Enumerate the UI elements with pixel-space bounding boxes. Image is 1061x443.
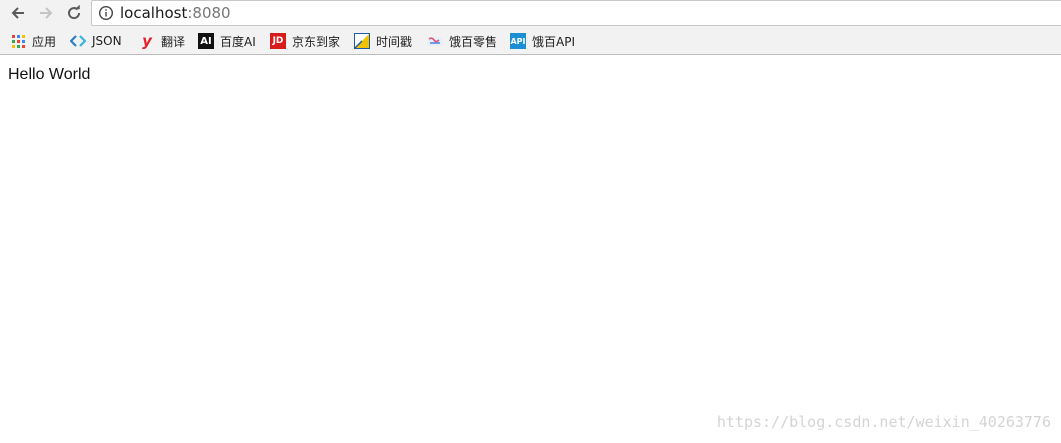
watermark: https://blog.csdn.net/weixin_40263776 — [716, 413, 1051, 431]
bookmark-jd[interactable]: JD 京东到家 — [270, 32, 340, 50]
bookmark-translate[interactable]: y 翻译 — [139, 32, 185, 50]
baidu-ai-icon: AI — [198, 33, 214, 49]
url-text[interactable]: localhost:8080 — [120, 4, 231, 22]
reload-icon — [68, 5, 81, 20]
bookmark-label: 京东到家 — [292, 34, 341, 49]
bookmark-json[interactable]: JSON — [70, 32, 122, 50]
info-icon[interactable] — [98, 5, 114, 21]
bookmark-ebai-retail[interactable]: 饿百零售 — [427, 32, 497, 50]
page-text: Hello World — [8, 66, 91, 83]
back-button[interactable] — [6, 2, 30, 24]
arrow-left-icon — [11, 7, 24, 19]
bookmark-timestamp[interactable]: 时间戳 — [354, 32, 412, 50]
youdao-icon: y — [142, 32, 152, 50]
bookmark-label: 翻译 — [161, 34, 186, 49]
bookmark-label: 应用 — [32, 34, 57, 49]
bookmark-label: 饿百API — [532, 34, 575, 49]
bookmarks-bar: 应用 JSON y 翻译 AI 百度AI JD 京东到家 时间戳 饿百零售 AP… — [0, 27, 1061, 55]
timestamp-icon — [354, 33, 370, 49]
apps-grid-icon — [10, 33, 26, 49]
bookmark-ebai-api[interactable]: API 饿百API — [510, 32, 575, 50]
bookmark-label: 时间戳 — [376, 34, 413, 49]
forward-button[interactable] — [34, 2, 58, 24]
bookmark-label: 饿百零售 — [449, 34, 498, 49]
bookmark-label: JSON — [92, 34, 122, 48]
jd-icon: JD — [270, 33, 286, 49]
bookmark-apps[interactable]: 应用 — [10, 32, 56, 50]
ebai-icon — [427, 33, 443, 49]
api-icon: API — [510, 33, 526, 49]
bookmark-baidu-ai[interactable]: AI 百度AI — [198, 32, 256, 50]
url-host: localhost — [120, 4, 188, 22]
address-bar[interactable]: localhost:8080 — [91, 0, 1061, 26]
reload-button[interactable] — [62, 2, 86, 24]
browser-toolbar: localhost:8080 — [0, 0, 1061, 27]
arrow-right-icon — [40, 7, 53, 19]
url-port: :8080 — [187, 4, 231, 22]
bookmark-label: 百度AI — [220, 34, 256, 49]
json-icon — [70, 33, 86, 49]
